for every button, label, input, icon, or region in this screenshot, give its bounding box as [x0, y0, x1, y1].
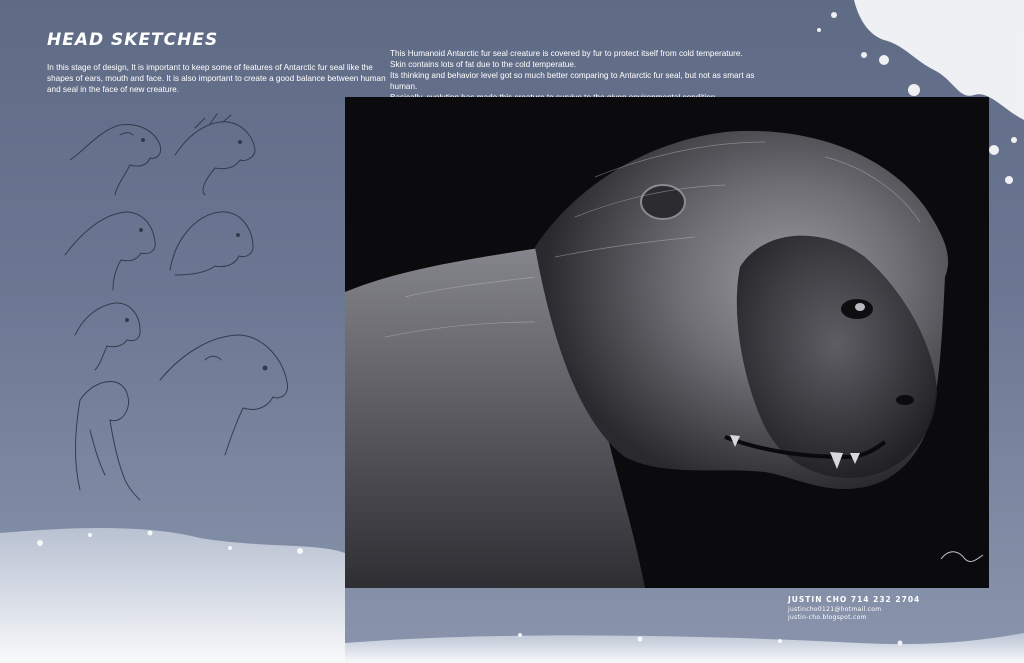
creature-description: This Humanoid Antarctic fur seal creatur… — [390, 48, 780, 103]
description-line: Skin contains lots of fat due to the col… — [390, 60, 577, 69]
sketch-head — [69, 123, 162, 196]
contact-info: JUSTIN CHO 714 232 2704 justincho0121@ho… — [788, 595, 988, 622]
creature-ear — [640, 184, 686, 220]
intro-text: In this stage of design, It is important… — [47, 63, 386, 94]
contact-email: justincho0121@hotmail.com — [788, 606, 882, 613]
creature-painting — [345, 97, 989, 588]
sketch-head — [169, 211, 254, 276]
artist-signature — [940, 551, 984, 562]
contact-name-phone: JUSTIN CHO 714 232 2704 — [788, 595, 921, 604]
contact-blog: justin-cho.blogspot.com — [788, 614, 867, 621]
sketch-head — [174, 113, 256, 196]
creature-nostril — [896, 395, 914, 405]
head-sketches — [64, 113, 289, 501]
page-title: HEAD SKETCHES — [47, 30, 219, 50]
sketch-body — [75, 381, 141, 501]
sketch-head — [159, 334, 289, 456]
sketch-head — [74, 302, 141, 371]
description-line: This Humanoid Antarctic fur seal creatur… — [390, 49, 743, 58]
description-line: Its thinking and behavior level got so m… — [390, 71, 755, 91]
sketch-head — [64, 211, 156, 291]
